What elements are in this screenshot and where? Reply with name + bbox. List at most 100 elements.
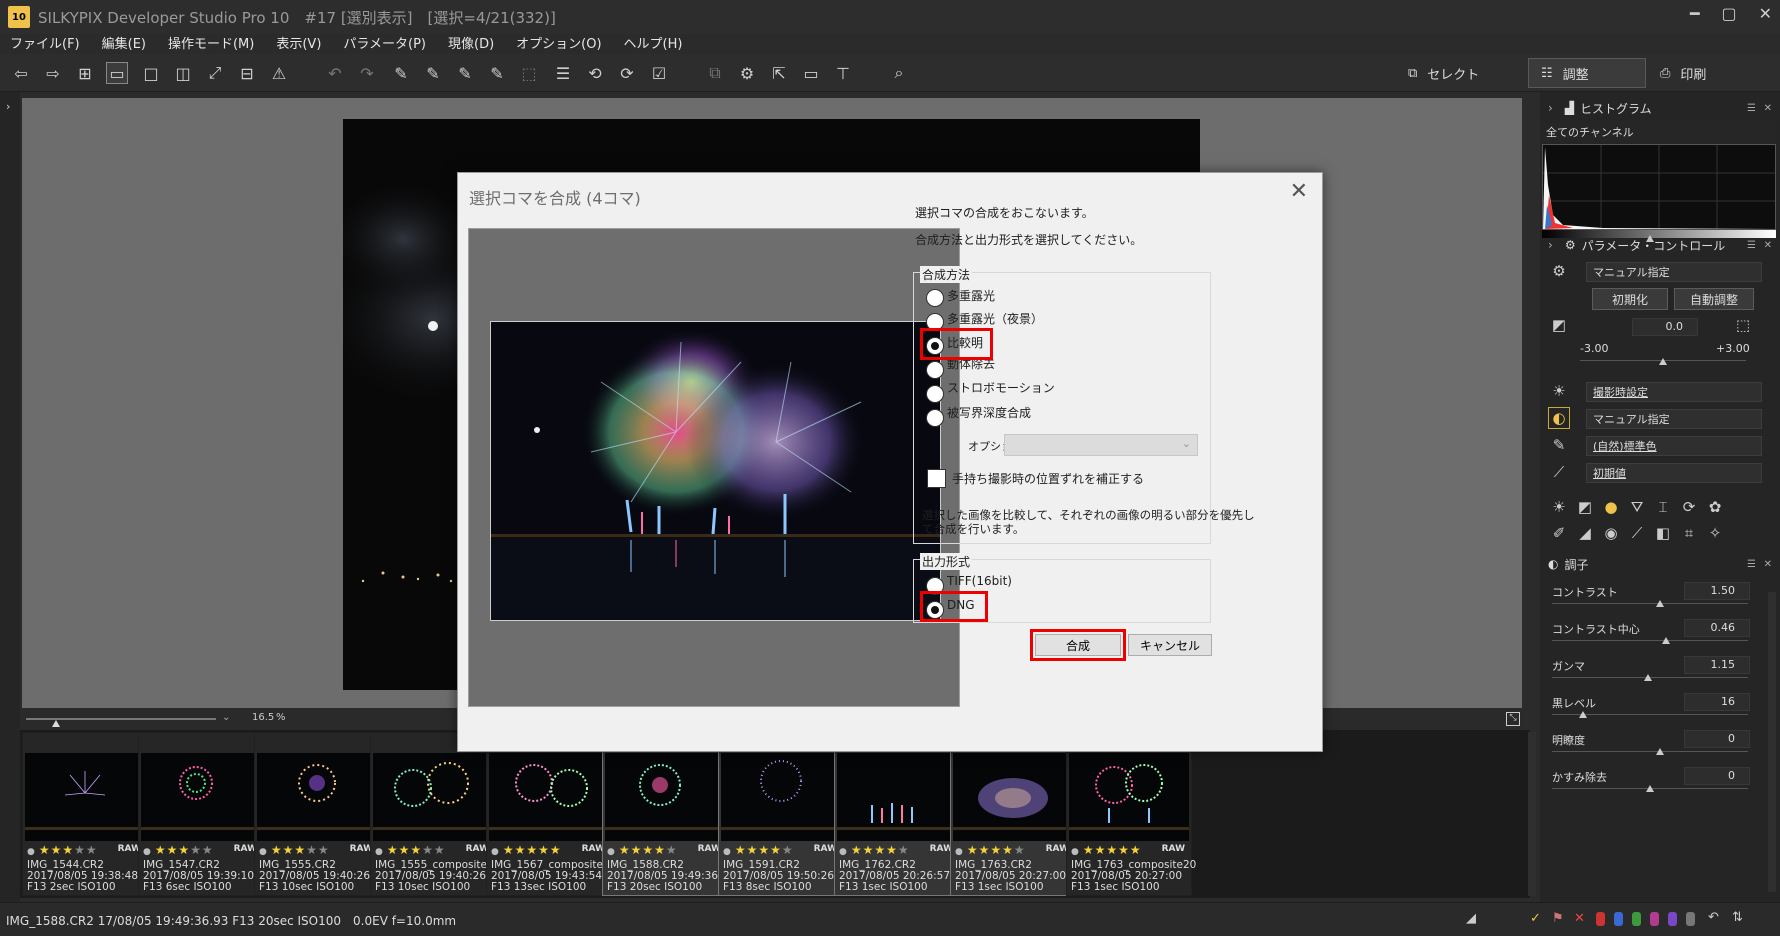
maximize-icon[interactable]: ▢ (1721, 4, 1736, 23)
brush-tool-icon[interactable]: ✐ (1548, 522, 1570, 544)
paste-all-icon[interactable]: ✎ (454, 62, 476, 84)
exposure-slider-thumb[interactable] (1659, 358, 1667, 365)
monitor-icon[interactable]: ▭ (800, 62, 822, 84)
zoom-dropdown-icon[interactable]: ⌄ (222, 712, 230, 723)
paste-param-icon[interactable]: ✎ (422, 62, 444, 84)
panel-close-icon[interactable]: ✕ (1764, 103, 1772, 114)
crop-tool-icon[interactable]: ⌗ (1678, 522, 1700, 544)
layers-icon[interactable]: ☰ (552, 62, 574, 84)
tone-row-value[interactable]: 0.46 (1684, 619, 1750, 637)
tone-row-value[interactable]: 0 (1684, 730, 1750, 748)
thumbnail[interactable]: ● ★★★★★ RAW IMG_1555_composite20 2017/08/… (370, 732, 500, 896)
color-icon[interactable]: ✎ (1548, 434, 1570, 456)
grid-view-icon[interactable]: ⊞ (74, 62, 96, 84)
tone-row-value[interactable]: 1.15 (1684, 656, 1750, 674)
reject-icon[interactable]: ✕ (1574, 911, 1585, 926)
auto-adjust-button[interactable]: 自動調整 (1674, 288, 1754, 310)
zoom-slider-thumb[interactable] (52, 720, 60, 727)
dialog-close-icon[interactable]: ✕ (1290, 179, 1308, 204)
color-balance-icon[interactable]: ✿ (1704, 496, 1726, 518)
color-select[interactable]: (自然)標準色 (1586, 436, 1762, 456)
sort-icon[interactable]: ⇅ (1732, 910, 1743, 925)
thumbnail[interactable]: ● ★★★★★ RAW IMG_1555.CR2 2017/08/05 19:40… (254, 732, 380, 896)
saturation-tool-icon[interactable]: ⛛ (1626, 496, 1648, 518)
thumbnail[interactable]: ● ★★★★★ RAW IMG_1762.CR2 2017/08/05 20:26… (834, 732, 960, 896)
rating-stars[interactable]: ● ★★★★★ (259, 843, 330, 857)
undo-mark-icon[interactable]: ↶ (1708, 910, 1719, 925)
mark-icon[interactable]: ☑ (648, 62, 670, 84)
check-icon[interactable]: ✓ (1530, 911, 1541, 926)
sharp-select[interactable]: 初期値 (1586, 463, 1762, 483)
preview-mode-icon[interactable]: ◢ (1466, 911, 1476, 926)
close-icon[interactable]: ✕ (1759, 4, 1772, 23)
paste-special-icon[interactable]: ✎ (486, 62, 508, 84)
compare-view-icon[interactable]: ◫ (172, 62, 194, 84)
thumbnail[interactable]: ● ★★★★★ RAW IMG_1547.CR2 2017/08/05 19:39… (138, 732, 264, 896)
mode-print-button[interactable]: ⎙ 印刷 (1648, 58, 1718, 88)
cancel-button[interactable]: キャンセル (1128, 634, 1212, 656)
mode-adjust-button[interactable]: ☷ 調整 (1528, 58, 1646, 88)
tone-row-slider-thumb[interactable] (1579, 711, 1588, 718)
collapse-arrow-icon[interactable]: › (1548, 101, 1553, 115)
tone-tool-icon[interactable]: ● (1600, 496, 1622, 518)
tone-row-slider[interactable] (1552, 640, 1748, 641)
collapse-arrow-icon[interactable]: › (1548, 238, 1553, 252)
method-radio-strobe-motion[interactable] (926, 385, 944, 403)
init-button[interactable]: 初期化 (1592, 288, 1668, 310)
undo-icon[interactable]: ↶ (324, 62, 346, 84)
warning-icon[interactable]: ⚠ (268, 62, 290, 84)
grid-overlay-icon[interactable]: ⊟ (236, 62, 258, 84)
menu-edit[interactable]: 編集(E) (102, 33, 146, 52)
menu-mode[interactable]: 操作モード(M) (168, 33, 254, 52)
tone-row-value[interactable]: 1.50 (1684, 582, 1750, 600)
rating-stars[interactable]: ● ★★★★★ (839, 843, 910, 857)
rating-stars[interactable]: ● ★★★★★ (607, 843, 678, 857)
brightness-tool-icon[interactable]: ☀ (1548, 496, 1570, 518)
tone-row-slider-thumb[interactable] (1661, 637, 1670, 644)
green-label-icon[interactable] (1632, 912, 1641, 926)
left-collapse-strip[interactable]: › (0, 92, 20, 902)
rotate-right-icon[interactable]: ⟳ (616, 62, 638, 84)
menu-view[interactable]: 表示(V) (276, 33, 321, 52)
minimize-icon[interactable]: ━ (1690, 4, 1700, 23)
auto-exposure-icon[interactable]: ⬚ (1732, 314, 1754, 336)
menu-file[interactable]: ファイル(F) (10, 33, 80, 52)
tone-row-slider[interactable] (1552, 751, 1748, 752)
tone-row-slider-thumb[interactable] (1655, 748, 1664, 755)
thumbnail[interactable]: ● ★★★★★ RAW IMG_1567_composite20 2017/08/… (486, 732, 616, 896)
histogram-header[interactable]: › ▟ ヒストグラム ☰ ✕ (1540, 96, 1780, 120)
loupe-icon[interactable]: ⌕ (888, 62, 910, 84)
tone-select[interactable]: マニュアル指定 (1586, 409, 1762, 429)
tone-row-value[interactable]: 16 (1684, 693, 1750, 711)
align-checkbox[interactable] (927, 469, 946, 488)
filmstrip-scrollbar[interactable] (1528, 732, 1536, 896)
panel-scrollbar[interactable] (1768, 592, 1776, 892)
prev-arrow-icon[interactable]: ⇦ (10, 62, 32, 84)
flag-icon[interactable]: ⚑ (1552, 911, 1564, 926)
wb-select[interactable]: 撮影時設定 (1586, 382, 1762, 402)
develop-icon[interactable]: ⚙ (736, 62, 758, 84)
panel-menu-icon[interactable]: ☰ (1747, 240, 1756, 251)
panel-close-icon[interactable]: ✕ (1764, 240, 1772, 251)
param-preset-select[interactable]: マニュアル指定 (1586, 262, 1762, 282)
batch-icon[interactable]: ⧉ (704, 62, 726, 84)
thumbnail[interactable]: ● ★★★★★ RAW IMG_1588.CR2 2017/08/05 19:49… (602, 732, 728, 896)
menu-help[interactable]: ヘルプ(H) (624, 33, 683, 52)
dynamic-range-icon[interactable]: ⌶ (1652, 496, 1674, 518)
expand-arrow-icon[interactable]: › (6, 100, 10, 113)
red-label-icon[interactable] (1596, 912, 1605, 926)
thumbnail[interactable]: ● ★★★★★ RAW IMG_1544.CR2 2017/08/05 19:38… (22, 732, 148, 896)
tone-row-slider-thumb[interactable] (1644, 674, 1653, 681)
gradient-tool-icon[interactable]: ◢ (1574, 522, 1596, 544)
next-arrow-icon[interactable]: ⇨ (42, 62, 64, 84)
menu-develop[interactable]: 現像(D) (448, 33, 494, 52)
param-header[interactable]: › ⚙ パラメータ・コントロール ☰ ✕ (1540, 232, 1780, 258)
copy-param-icon[interactable]: ✎ (390, 62, 412, 84)
rating-stars[interactable]: ● ★★★★★ (491, 843, 562, 857)
gear-icon[interactable]: ⚙ (1548, 260, 1570, 282)
mode-select-button[interactable]: ⧉ セレクト (1396, 58, 1491, 88)
white-balance-icon[interactable]: ☀ (1548, 380, 1570, 402)
rating-stars[interactable]: ● ★★★★★ (723, 843, 794, 857)
tone-icon[interactable]: ◐ (1548, 407, 1570, 429)
method-radio-focus-stacking[interactable] (926, 409, 944, 427)
